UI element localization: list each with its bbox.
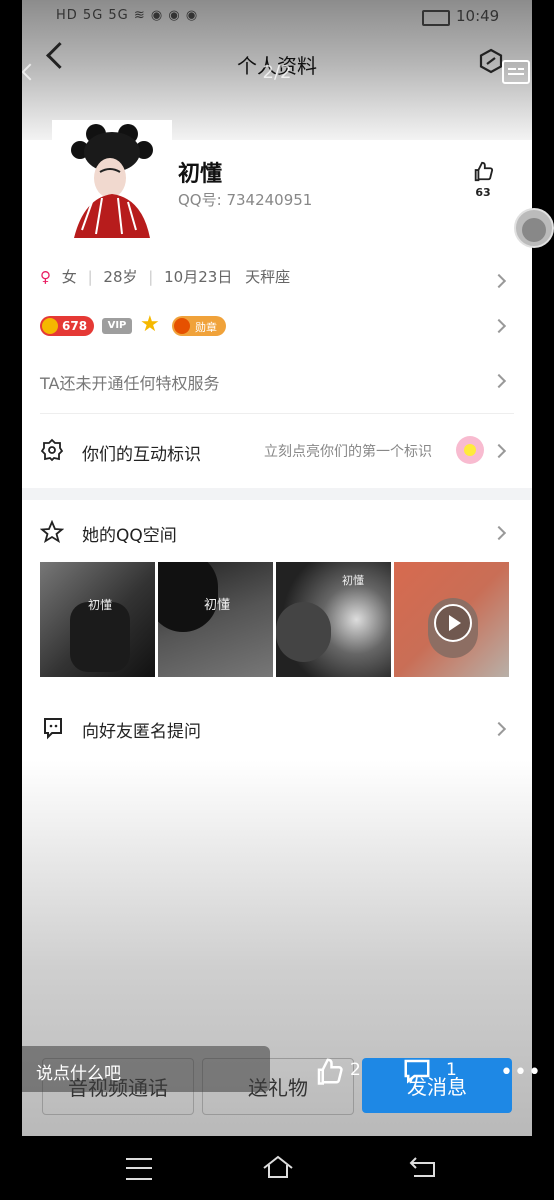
gender: 女	[61, 268, 77, 286]
medal-label: 勋章	[195, 321, 217, 334]
comment-input[interactable]: 说点什么吧	[22, 1046, 270, 1092]
send-message-button[interactable]: 发消息	[362, 1058, 512, 1113]
profile-screen: HD 5G 5G ≋ ◉ ◉ ◉ 10:49 个人资料 2/2 初懂 QQ号: …	[22, 0, 532, 1136]
qq-number: 734240951	[226, 191, 313, 209]
battery-icon	[422, 10, 450, 26]
more-icon[interactable]: •••	[500, 1060, 542, 1085]
back-nav-icon[interactable]	[408, 1154, 438, 1180]
section-gap	[22, 488, 532, 500]
system-nav-bar	[0, 1136, 554, 1200]
chevron-right-icon[interactable]	[491, 443, 507, 459]
comment-placeholder: 说点什么吧	[36, 1064, 121, 1084]
profile-name: 初懂	[178, 162, 223, 187]
chevron-right-icon[interactable]	[491, 525, 507, 541]
page-indicator: 2/2	[262, 62, 292, 83]
floating-avatar[interactable]	[514, 208, 554, 248]
privilege-text[interactable]: TA还未开通任何特权服务	[40, 370, 219, 394]
chevron-right-icon[interactable]	[491, 318, 507, 334]
interaction-label[interactable]: 你们的互动标识	[82, 440, 201, 465]
qzone-video[interactable]	[394, 562, 509, 677]
like-total: 2	[350, 1060, 361, 1080]
medal-icon	[174, 318, 190, 334]
chevron-right-icon[interactable]	[491, 273, 507, 289]
question-box-icon	[44, 718, 62, 740]
qq-number-row: QQ号: 734240951	[178, 189, 312, 210]
flower-icon	[456, 436, 484, 464]
vip-badge[interactable]: VIP	[102, 318, 132, 334]
divider-line	[40, 413, 514, 414]
like-icon[interactable]	[314, 1056, 344, 1086]
star-badge-icon[interactable]: ★	[140, 314, 160, 336]
status-icons: HD 5G 5G ≋ ◉ ◉ ◉	[56, 8, 199, 23]
qzone-photo[interactable]: 初懂	[158, 562, 273, 677]
chevron-right-icon[interactable]	[491, 721, 507, 737]
avatar[interactable]	[52, 120, 172, 242]
home-icon[interactable]	[262, 1154, 294, 1180]
chevron-right-icon[interactable]	[491, 373, 507, 389]
qzone-photo[interactable]: 初懂	[276, 562, 391, 677]
qq-number-label: QQ号:	[178, 191, 222, 209]
level-value: 678	[62, 319, 88, 333]
photo-caption: 初懂	[88, 598, 113, 612]
star-outline-icon	[40, 520, 64, 543]
interaction-hint[interactable]: 立刻点亮你们的第一个标识	[264, 441, 432, 461]
status-time: 10:49	[456, 7, 500, 25]
subtitle-icon[interactable]	[502, 60, 530, 84]
divider: |	[87, 268, 93, 286]
female-icon: ♀	[40, 268, 51, 286]
menu-icon[interactable]	[126, 1158, 152, 1180]
badge-gear-icon	[40, 438, 64, 462]
thumbs-up-icon[interactable]	[472, 160, 494, 182]
age: 28岁	[103, 268, 138, 286]
medal-badge[interactable]: 勋章	[172, 316, 226, 336]
play-icon[interactable]	[434, 604, 472, 642]
photo-caption: 初懂	[342, 574, 364, 587]
crown-icon	[42, 318, 58, 334]
zodiac: 天秤座	[245, 268, 291, 286]
photo-caption: 初懂	[204, 598, 231, 613]
comment-total: 1	[446, 1060, 457, 1080]
level-badge[interactable]: 678	[40, 316, 94, 336]
hexagon-icon[interactable]	[478, 48, 504, 74]
like-count: 63	[475, 186, 491, 199]
divider: |	[148, 268, 154, 286]
birthday: 10月23日	[164, 268, 233, 286]
comment-icon[interactable]	[402, 1056, 432, 1086]
qzone-label[interactable]: 她的QQ空间	[82, 521, 177, 546]
qzone-photo[interactable]: 初懂	[40, 562, 155, 677]
anon-question-label[interactable]: 向好友匿名提问	[82, 717, 201, 742]
basic-info-row[interactable]: ♀ 女 | 28岁 | 10月23日 天秤座	[40, 266, 290, 287]
